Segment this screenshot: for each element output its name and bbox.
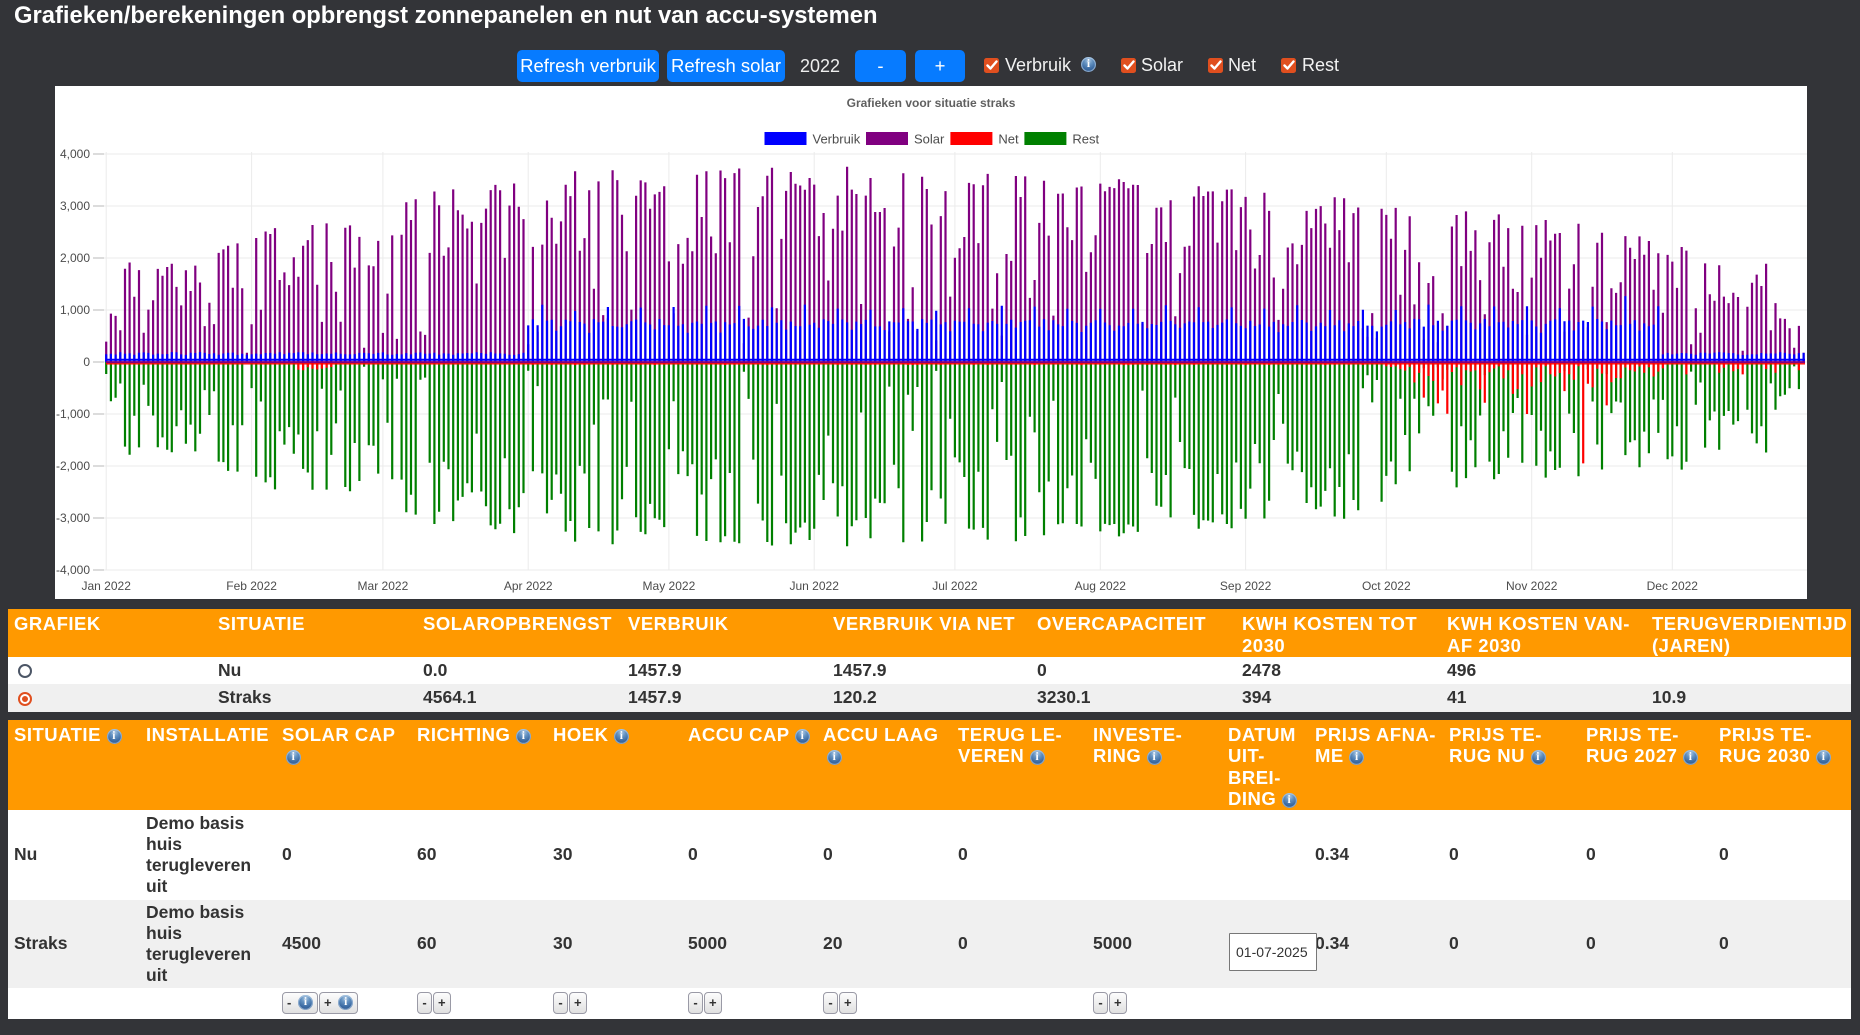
svg-text:Solar: Solar	[914, 132, 945, 147]
svg-text:-1,000: -1,000	[56, 407, 90, 421]
svg-text:Grafieken voor situatie straks: Grafieken voor situatie straks	[847, 96, 1016, 110]
svg-text:-4,000: -4,000	[56, 563, 90, 577]
svg-text:Oct 2022: Oct 2022	[1362, 579, 1411, 593]
svg-text:Jan 2022: Jan 2022	[82, 579, 132, 593]
svg-text:Feb 2022: Feb 2022	[226, 579, 277, 593]
svg-text:4,000: 4,000	[60, 147, 90, 161]
svg-text:Mar 2022: Mar 2022	[358, 579, 409, 593]
svg-text:2,000: 2,000	[60, 251, 90, 265]
svg-text:Net: Net	[998, 132, 1019, 147]
svg-text:-3,000: -3,000	[56, 511, 90, 525]
svg-text:Verbruik: Verbruik	[813, 132, 861, 147]
svg-text:-2,000: -2,000	[56, 459, 90, 473]
svg-text:Jun 2022: Jun 2022	[790, 579, 840, 593]
svg-text:3,000: 3,000	[60, 199, 90, 213]
svg-text:1,000: 1,000	[60, 303, 90, 317]
svg-text:Jul 2022: Jul 2022	[932, 579, 978, 593]
svg-text:May 2022: May 2022	[643, 579, 696, 593]
svg-text:Aug 2022: Aug 2022	[1075, 579, 1127, 593]
svg-text:0: 0	[83, 355, 90, 369]
svg-text:Nov 2022: Nov 2022	[1506, 579, 1558, 593]
svg-text:Rest: Rest	[1072, 132, 1099, 147]
svg-text:Apr 2022: Apr 2022	[504, 579, 553, 593]
svg-text:Sep 2022: Sep 2022	[1220, 579, 1272, 593]
svg-text:Dec 2022: Dec 2022	[1647, 579, 1699, 593]
